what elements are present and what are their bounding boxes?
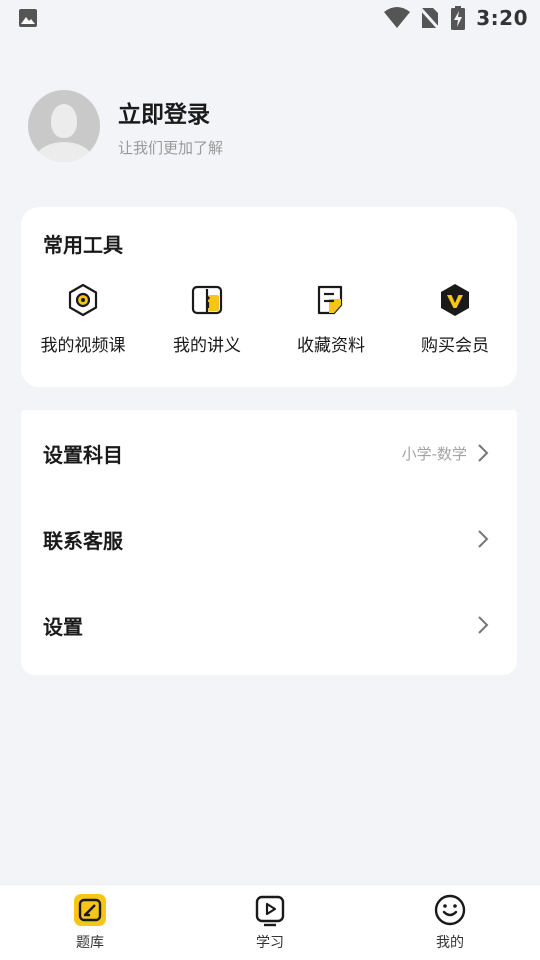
chevron-right-icon: [478, 530, 489, 548]
menu-item-settings[interactable]: 设置: [21, 582, 517, 668]
login-title[interactable]: 立即登录: [118, 95, 223, 129]
tool-favorites[interactable]: 收藏资料: [269, 283, 393, 356]
wifi-icon: [384, 7, 411, 29]
menu-label: 联系客服: [43, 528, 123, 553]
menu-item-customer-service[interactable]: 联系客服: [21, 496, 517, 582]
menu-label: 设置: [43, 614, 83, 639]
tool-video-course[interactable]: 我的视频课: [21, 283, 145, 356]
nav-tab-question-bank[interactable]: 题库: [0, 885, 180, 960]
bottom-nav: 题库 学习 我的: [0, 884, 540, 960]
favorite-materials-icon: [314, 283, 348, 317]
nav-tab-study[interactable]: 学习: [180, 885, 360, 960]
tool-handout[interactable]: 我的讲义: [145, 283, 269, 356]
tool-label: 我的视频课: [40, 336, 126, 356]
question-bank-icon: [73, 893, 107, 927]
tool-vip[interactable]: 购买会员: [393, 283, 517, 356]
nav-tab-mine[interactable]: 我的: [360, 885, 540, 960]
tools-card: 常用工具 我的视频课 我的讲义 收藏资料 购买会员: [21, 207, 517, 387]
avatar[interactable]: [28, 90, 100, 162]
chevron-right-icon: [478, 616, 489, 634]
handout-book-icon: [190, 283, 224, 317]
menu-item-set-subject[interactable]: 设置科目 小学-数学: [21, 410, 517, 496]
profile-login[interactable]: 立即登录 让我们更加了解: [28, 90, 223, 162]
tool-label: 我的讲义: [173, 336, 241, 356]
status-bar: 3:20: [0, 0, 540, 36]
no-sim-icon: [420, 6, 441, 30]
tool-label: 购买会员: [421, 336, 489, 356]
nav-label: 题库: [76, 935, 104, 951]
login-subtitle: 让我们更加了解: [118, 138, 224, 157]
menu-value: 小学-数学: [401, 444, 467, 463]
settings-menu-card: 设置科目 小学-数学 联系客服 设置: [21, 410, 517, 675]
chevron-right-icon: [478, 444, 489, 462]
battery-charging-icon: [450, 6, 466, 30]
vip-membership-icon: [438, 283, 472, 317]
tools-title: 常用工具: [43, 233, 123, 257]
profile-smile-icon: [433, 893, 467, 927]
study-video-icon: [253, 893, 287, 927]
tool-label: 收藏资料: [297, 336, 365, 356]
nav-label: 学习: [256, 935, 284, 951]
nav-label: 我的: [436, 935, 464, 951]
image-notification-icon: [18, 8, 38, 28]
video-course-icon: [66, 283, 100, 317]
status-clock: 3:20: [476, 6, 528, 30]
menu-label: 设置科目: [43, 442, 123, 467]
